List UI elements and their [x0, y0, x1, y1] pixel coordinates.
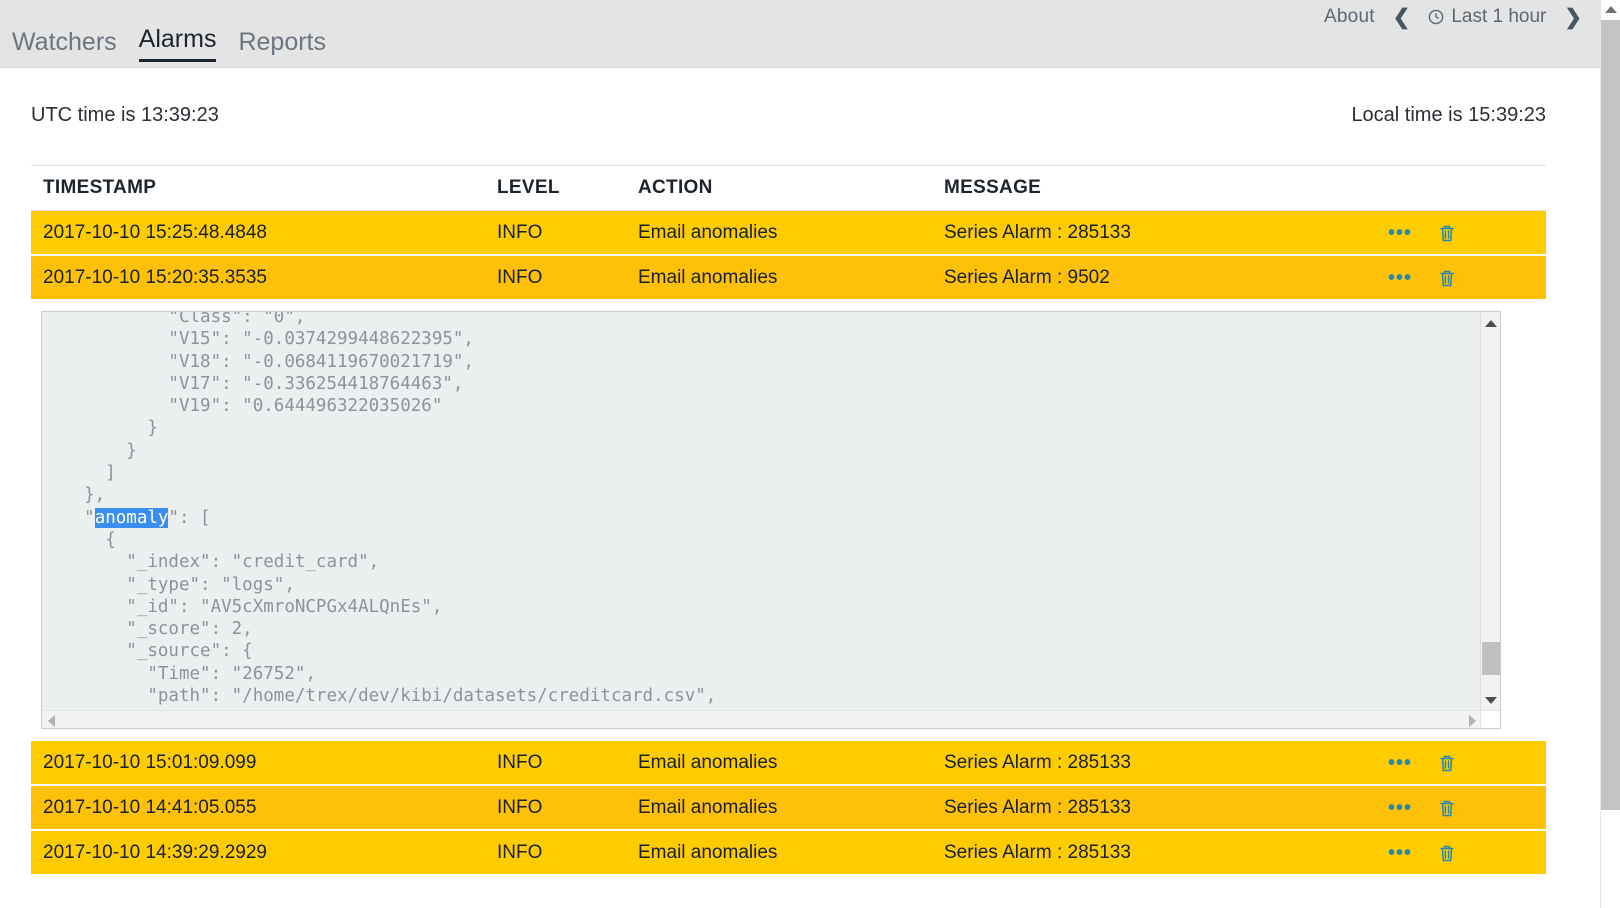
topbar-right-controls: About ❮ Last 1 hour ❯	[1324, 0, 1582, 34]
cell-level: INFO	[497, 267, 638, 289]
page-scroll-thumb[interactable]	[1601, 20, 1620, 810]
time-range-label: Last 1 hour	[1451, 6, 1546, 28]
column-header-timestamp[interactable]: TIMESTAMP	[31, 177, 497, 199]
cell-operations: •••	[1386, 268, 1546, 288]
about-link[interactable]: About	[1324, 6, 1375, 28]
column-header-level[interactable]: LEVEL	[497, 177, 638, 199]
cell-message: Series Alarm : 9502	[944, 267, 1386, 289]
trash-icon[interactable]	[1438, 268, 1456, 288]
cell-timestamp: 2017-10-10 15:01:09.099	[31, 752, 497, 774]
table-row[interactable]: 2017-10-10 15:01:09.099 INFO Email anoma…	[31, 741, 1546, 786]
json-code-text: "Class": "0", "V15": "-0.037429944862239…	[42, 311, 1466, 710]
cell-message: Series Alarm : 285133	[944, 752, 1386, 774]
json-selected-token[interactable]: anomaly	[95, 508, 169, 528]
scroll-up-arrow-icon[interactable]	[1485, 320, 1497, 327]
chevron-left-icon[interactable]: ❮	[1393, 7, 1411, 28]
cell-action: Email anomalies	[638, 842, 944, 864]
time-range-picker[interactable]: Last 1 hour	[1428, 6, 1546, 28]
tab-alarms[interactable]: Alarms	[139, 26, 217, 62]
ellipsis-icon[interactable]: •••	[1388, 268, 1412, 288]
top-bar: About ❮ Last 1 hour ❯ Watchers Alarms Re…	[0, 0, 1600, 68]
clock-icon	[1428, 9, 1444, 25]
ellipsis-icon[interactable]: •••	[1388, 223, 1412, 243]
main-tabs: Watchers Alarms Reports	[12, 26, 326, 62]
chevron-right-icon[interactable]: ❯	[1564, 7, 1582, 28]
cell-action: Email anomalies	[638, 797, 944, 819]
page-scroll-up-arrow-icon[interactable]	[1605, 6, 1617, 13]
time-info-row: UTC time is 13:39:23 Local time is 15:39…	[0, 68, 1600, 160]
ellipsis-icon[interactable]: •••	[1388, 843, 1412, 863]
json-vertical-scrollbar[interactable]	[1480, 312, 1500, 712]
cell-level: INFO	[497, 752, 638, 774]
cell-action: Email anomalies	[638, 267, 944, 289]
alarms-page: About ❮ Last 1 hour ❯ Watchers Alarms Re…	[0, 0, 1620, 908]
table-row[interactable]: 2017-10-10 14:39:29.2929 INFO Email anom…	[31, 831, 1546, 876]
scrollbar-corner	[1480, 710, 1500, 728]
json-horizontal-scrollbar[interactable]	[42, 710, 1482, 728]
cell-operations: •••	[1386, 798, 1546, 818]
local-time-label: Local time is 15:39:23	[1351, 104, 1546, 127]
tab-reports[interactable]: Reports	[238, 29, 326, 62]
trash-icon[interactable]	[1438, 843, 1456, 863]
table-row[interactable]: 2017-10-10 15:20:35.3535 INFO Email anom…	[31, 256, 1546, 301]
cell-action: Email anomalies	[638, 222, 944, 244]
alarms-table: TIMESTAMP LEVEL ACTION MESSAGE 2017-10-1…	[31, 165, 1546, 876]
cell-message: Series Alarm : 285133	[944, 797, 1386, 819]
trash-icon[interactable]	[1438, 223, 1456, 243]
cell-operations: •••	[1386, 223, 1546, 243]
vertical-scroll-thumb[interactable]	[1482, 642, 1500, 675]
page-scrollbar[interactable]	[1600, 0, 1620, 908]
ellipsis-icon[interactable]: •••	[1388, 798, 1412, 818]
alarm-detail-panel: "Class": "0", "V15": "-0.037429944862239…	[31, 301, 1546, 741]
column-header-action[interactable]: ACTION	[638, 177, 944, 199]
cell-level: INFO	[497, 797, 638, 819]
cell-message: Series Alarm : 285133	[944, 222, 1386, 244]
table-row[interactable]: 2017-10-10 14:41:05.055 INFO Email anoma…	[31, 786, 1546, 831]
scroll-right-arrow-icon[interactable]	[1469, 715, 1476, 727]
cell-operations: •••	[1386, 843, 1546, 863]
cell-timestamp: 2017-10-10 15:25:48.4848	[31, 222, 497, 244]
cell-level: INFO	[497, 842, 638, 864]
cell-operations: •••	[1386, 753, 1546, 773]
cell-level: INFO	[497, 222, 638, 244]
column-header-message[interactable]: MESSAGE	[944, 177, 1386, 199]
cell-message: Series Alarm : 285133	[944, 842, 1386, 864]
json-code-scroll-area[interactable]: "Class": "0", "V15": "-0.037429944862239…	[42, 311, 1466, 710]
ellipsis-icon[interactable]: •••	[1388, 753, 1412, 773]
json-code-after: ": [ { "_index": "credit_card", "_type":…	[42, 508, 716, 710]
trash-icon[interactable]	[1438, 798, 1456, 818]
cell-timestamp: 2017-10-10 14:39:29.2929	[31, 842, 497, 864]
json-code-before: "Class": "0", "V15": "-0.037429944862239…	[42, 311, 474, 528]
table-header-row: TIMESTAMP LEVEL ACTION MESSAGE	[31, 165, 1546, 211]
cell-timestamp: 2017-10-10 15:20:35.3535	[31, 267, 497, 289]
tab-watchers[interactable]: Watchers	[12, 29, 117, 62]
cell-timestamp: 2017-10-10 14:41:05.055	[31, 797, 497, 819]
scroll-left-arrow-icon[interactable]	[48, 715, 55, 727]
table-row[interactable]: 2017-10-10 15:25:48.4848 INFO Email anom…	[31, 211, 1546, 256]
trash-icon[interactable]	[1438, 753, 1456, 773]
scroll-down-arrow-icon[interactable]	[1485, 697, 1497, 704]
utc-time-label: UTC time is 13:39:23	[31, 104, 219, 127]
json-code-box[interactable]: "Class": "0", "V15": "-0.037429944862239…	[41, 311, 1501, 729]
cell-action: Email anomalies	[638, 752, 944, 774]
